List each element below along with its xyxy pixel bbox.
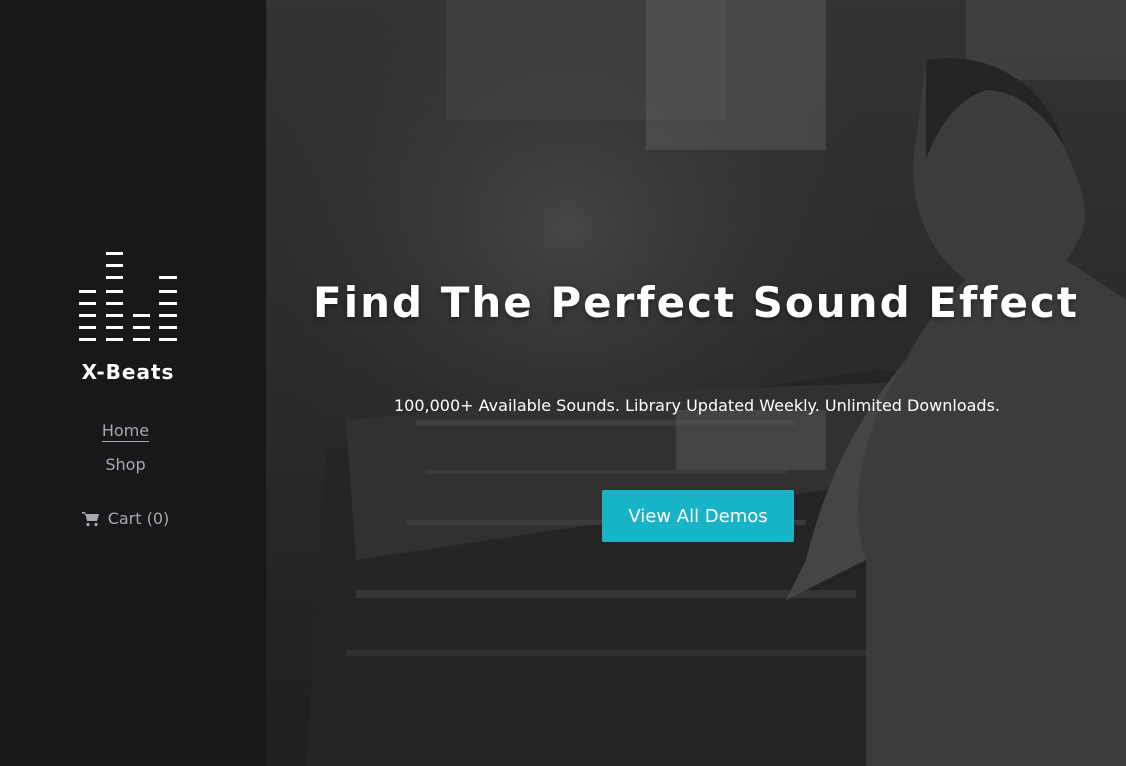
- nav-home-link[interactable]: Home: [0, 421, 251, 442]
- nav-cart-link[interactable]: Cart (0): [0, 509, 251, 528]
- nav-home-label: Home: [101, 421, 150, 442]
- hero-section: Find The Perfect Sound Effect 100,000+ A…: [266, 0, 1126, 766]
- shopping-cart-icon: [81, 511, 99, 526]
- view-all-demos-button[interactable]: View All Demos: [602, 490, 794, 542]
- page: X-Beats Home Shop Cart (0) Find The Perf…: [0, 0, 1126, 766]
- hero-overlay: [266, 0, 1126, 766]
- sidebar: X-Beats Home Shop Cart (0): [0, 0, 266, 766]
- hero-title: Find The Perfect Sound Effect: [313, 278, 1079, 327]
- brand-name[interactable]: X-Beats: [0, 360, 256, 384]
- equalizer-bars-icon: [79, 252, 177, 341]
- nav-shop-link[interactable]: Shop: [0, 455, 251, 474]
- cart-label: Cart (0): [107, 509, 170, 528]
- hero-subtitle: 100,000+ Available Sounds. Library Updat…: [394, 396, 1000, 415]
